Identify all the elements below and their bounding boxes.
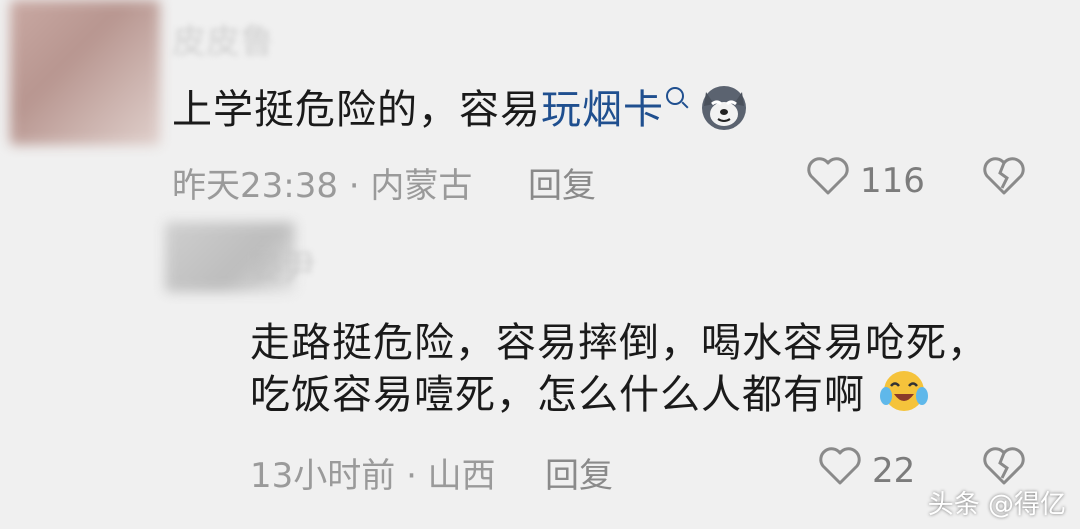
reply-button[interactable]: 回复 <box>545 448 613 497</box>
comment-text-plain: 上学挺危险的，容易 <box>172 87 541 133</box>
comment-meta: 13小时前 · 山西 <box>250 456 496 496</box>
watermark: 头条 @得亿 <box>927 490 1066 520</box>
dog-emoji-icon <box>698 80 750 144</box>
like-count: 116 <box>860 160 925 201</box>
like-button[interactable]: 116 <box>806 156 925 205</box>
like-button[interactable]: 22 <box>818 446 915 495</box>
comment-line-2-text: 吃饭容易噎死，怎么什么人都有啊 <box>250 372 865 418</box>
crying-laughing-emoji-icon <box>879 368 929 426</box>
like-count: 22 <box>872 450 916 491</box>
search-icon[interactable] <box>666 87 684 105</box>
comment-meta: 昨天23:38 · 内蒙古 <box>172 166 473 206</box>
search-link[interactable]: 玩烟卡 <box>541 87 664 133</box>
comment-line-2: 吃饭容易噎死，怎么什么人都有啊 <box>250 368 988 426</box>
username[interactable]: 晏尹 <box>248 240 316 289</box>
username[interactable]: 皮皮鲁 <box>172 14 274 63</box>
avatar[interactable] <box>10 0 160 145</box>
comment-text: 上学挺危险的，容易玩烟卡 <box>172 80 750 144</box>
heart-icon <box>818 446 862 495</box>
heart-icon <box>806 156 850 205</box>
comment-text: 走路挺危险，容易摔倒，喝水容易呛死， 吃饭容易噎死，怎么什么人都有啊 <box>250 318 988 426</box>
comment-line-1: 走路挺危险，容易摔倒，喝水容易呛死， <box>250 320 988 366</box>
reply-button[interactable]: 回复 <box>528 158 596 207</box>
broken-heart-icon[interactable] <box>982 156 1026 200</box>
